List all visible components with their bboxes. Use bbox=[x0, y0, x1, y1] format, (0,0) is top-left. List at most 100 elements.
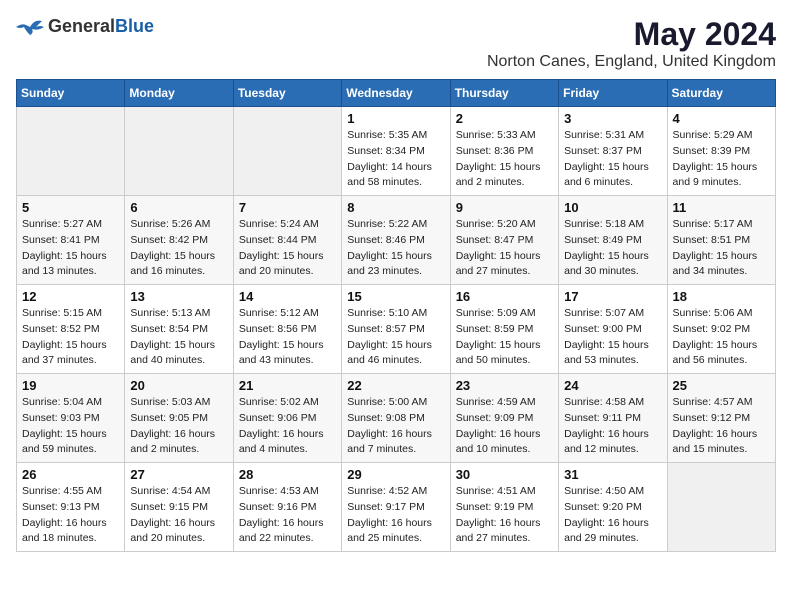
day-cell: 13 Sunrise: 5:13 AMSunset: 8:54 PMDayligh… bbox=[125, 285, 233, 374]
page-title: May 2024 bbox=[487, 16, 776, 53]
day-number: 16 bbox=[456, 289, 553, 304]
day-info: Sunrise: 5:35 AMSunset: 8:34 PMDaylight:… bbox=[347, 128, 444, 191]
day-number: 5 bbox=[22, 200, 119, 215]
week-row-3: 12Sunrise: 5:15 AMSunset: 8:52 PMDayligh… bbox=[17, 285, 776, 374]
day-cell: 31 Sunrise: 4:50 AMSunset: 9:20 PMDayligh… bbox=[559, 463, 667, 552]
day-cell bbox=[125, 107, 233, 196]
day-number: 31 bbox=[564, 467, 661, 482]
header-day-tuesday: Tuesday bbox=[233, 80, 341, 107]
day-number: 15 bbox=[347, 289, 444, 304]
day-cell: 20 Sunrise: 5:03 AMSunset: 9:05 PMDayligh… bbox=[125, 374, 233, 463]
day-cell: 2 Sunrise: 5:33 AMSunset: 8:36 PMDaylight… bbox=[450, 107, 558, 196]
logo: GeneralBlue bbox=[16, 16, 154, 37]
day-info: Sunrise: 5:29 AMSunset: 8:39 PMDaylight:… bbox=[673, 128, 770, 191]
day-info: Sunrise: 4:57 AMSunset: 9:12 PMDaylight:… bbox=[673, 395, 770, 458]
header-row: SundayMondayTuesdayWednesdayThursdayFrid… bbox=[17, 80, 776, 107]
day-number: 7 bbox=[239, 200, 336, 215]
day-cell: 1 Sunrise: 5:35 AMSunset: 8:34 PMDaylight… bbox=[342, 107, 450, 196]
day-cell: 5 Sunrise: 5:27 AMSunset: 8:41 PMDaylight… bbox=[17, 196, 125, 285]
day-info: Sunrise: 5:04 AMSunset: 9:03 PMDaylight:… bbox=[22, 395, 119, 458]
day-number: 9 bbox=[456, 200, 553, 215]
day-info: Sunrise: 5:10 AMSunset: 8:57 PMDaylight:… bbox=[347, 306, 444, 369]
page-subtitle: Norton Canes, England, United Kingdom bbox=[487, 53, 776, 71]
day-number: 1 bbox=[347, 111, 444, 126]
day-info: Sunrise: 5:33 AMSunset: 8:36 PMDaylight:… bbox=[456, 128, 553, 191]
day-cell: 15 Sunrise: 5:10 AMSunset: 8:57 PMDayligh… bbox=[342, 285, 450, 374]
day-number: 18 bbox=[673, 289, 770, 304]
header-day-thursday: Thursday bbox=[450, 80, 558, 107]
day-cell: 11 Sunrise: 5:17 AMSunset: 8:51 PMDayligh… bbox=[667, 196, 775, 285]
day-number: 3 bbox=[564, 111, 661, 126]
day-info: Sunrise: 5:12 AMSunset: 8:56 PMDaylight:… bbox=[239, 306, 336, 369]
day-cell: 7 Sunrise: 5:24 AMSunset: 8:44 PMDaylight… bbox=[233, 196, 341, 285]
header: GeneralBlue May 2024 Norton Canes, Engla… bbox=[16, 16, 776, 71]
day-number: 21 bbox=[239, 378, 336, 393]
day-info: Sunrise: 5:24 AMSunset: 8:44 PMDaylight:… bbox=[239, 217, 336, 280]
header-day-saturday: Saturday bbox=[667, 80, 775, 107]
day-cell: 8 Sunrise: 5:22 AMSunset: 8:46 PMDaylight… bbox=[342, 196, 450, 285]
day-info: Sunrise: 4:52 AMSunset: 9:17 PMDaylight:… bbox=[347, 484, 444, 547]
week-row-4: 19 Sunrise: 5:04 AMSunset: 9:03 PMDayligh… bbox=[17, 374, 776, 463]
day-cell: 16 Sunrise: 5:09 AMSunset: 8:59 PMDayligh… bbox=[450, 285, 558, 374]
day-info: Sunrise: 4:53 AMSunset: 9:16 PMDaylight:… bbox=[239, 484, 336, 547]
day-number: 30 bbox=[456, 467, 553, 482]
day-info: Sunrise: 4:55 AMSunset: 9:13 PMDaylight:… bbox=[22, 484, 119, 547]
day-info: Sunrise: 4:58 AMSunset: 9:11 PMDaylight:… bbox=[564, 395, 661, 458]
day-number: 24 bbox=[564, 378, 661, 393]
calendar-body: 1 Sunrise: 5:35 AMSunset: 8:34 PMDaylight… bbox=[17, 107, 776, 552]
day-number: 20 bbox=[130, 378, 227, 393]
day-info: Sunrise: 5:03 AMSunset: 9:05 PMDaylight:… bbox=[130, 395, 227, 458]
day-number: 25 bbox=[673, 378, 770, 393]
day-number: 19 bbox=[22, 378, 119, 393]
day-info: Sunrise: 5:13 AMSunset: 8:54 PMDaylight:… bbox=[130, 306, 227, 369]
header-day-sunday: Sunday bbox=[17, 80, 125, 107]
logo-general: General bbox=[48, 16, 115, 36]
week-row-5: 26 Sunrise: 4:55 AMSunset: 9:13 PMDayligh… bbox=[17, 463, 776, 552]
day-info: Sunrise: 5:31 AMSunset: 8:37 PMDaylight:… bbox=[564, 128, 661, 191]
day-info: Sunrise: 5:26 AMSunset: 8:42 PMDaylight:… bbox=[130, 217, 227, 280]
day-info: Sunrise: 5:06 AMSunset: 9:02 PMDaylight:… bbox=[673, 306, 770, 369]
day-cell bbox=[233, 107, 341, 196]
day-number: 2 bbox=[456, 111, 553, 126]
day-info: Sunrise: 5:15 AMSunset: 8:52 PMDaylight:… bbox=[22, 306, 119, 369]
week-row-1: 1 Sunrise: 5:35 AMSunset: 8:34 PMDaylight… bbox=[17, 107, 776, 196]
day-cell: 4Sunrise: 5:29 AMSunset: 8:39 PMDaylight… bbox=[667, 107, 775, 196]
day-info: Sunrise: 5:27 AMSunset: 8:41 PMDaylight:… bbox=[22, 217, 119, 280]
day-number: 28 bbox=[239, 467, 336, 482]
day-info: Sunrise: 5:17 AMSunset: 8:51 PMDaylight:… bbox=[673, 217, 770, 280]
title-area: May 2024 Norton Canes, England, United K… bbox=[487, 16, 776, 71]
day-cell: 10 Sunrise: 5:18 AMSunset: 8:49 PMDayligh… bbox=[559, 196, 667, 285]
day-info: Sunrise: 5:00 AMSunset: 9:08 PMDaylight:… bbox=[347, 395, 444, 458]
day-number: 26 bbox=[22, 467, 119, 482]
week-row-2: 5 Sunrise: 5:27 AMSunset: 8:41 PMDaylight… bbox=[17, 196, 776, 285]
day-info: Sunrise: 5:22 AMSunset: 8:46 PMDaylight:… bbox=[347, 217, 444, 280]
day-cell: 23Sunrise: 4:59 AMSunset: 9:09 PMDayligh… bbox=[450, 374, 558, 463]
day-info: Sunrise: 5:18 AMSunset: 8:49 PMDaylight:… bbox=[564, 217, 661, 280]
day-cell: 27 Sunrise: 4:54 AMSunset: 9:15 PMDayligh… bbox=[125, 463, 233, 552]
day-info: Sunrise: 4:59 AMSunset: 9:09 PMDaylight:… bbox=[456, 395, 553, 458]
day-cell: 18 Sunrise: 5:06 AMSunset: 9:02 PMDayligh… bbox=[667, 285, 775, 374]
calendar-header: SundayMondayTuesdayWednesdayThursdayFrid… bbox=[17, 80, 776, 107]
day-number: 11 bbox=[673, 200, 770, 215]
day-number: 8 bbox=[347, 200, 444, 215]
day-number: 27 bbox=[130, 467, 227, 482]
day-cell: 22Sunrise: 5:00 AMSunset: 9:08 PMDayligh… bbox=[342, 374, 450, 463]
day-cell: 3 Sunrise: 5:31 AMSunset: 8:37 PMDaylight… bbox=[559, 107, 667, 196]
day-number: 10 bbox=[564, 200, 661, 215]
logo-blue: Blue bbox=[115, 16, 154, 36]
day-number: 13 bbox=[130, 289, 227, 304]
day-info: Sunrise: 5:20 AMSunset: 8:47 PMDaylight:… bbox=[456, 217, 553, 280]
day-cell: 25 Sunrise: 4:57 AMSunset: 9:12 PMDayligh… bbox=[667, 374, 775, 463]
day-cell: 19 Sunrise: 5:04 AMSunset: 9:03 PMDayligh… bbox=[17, 374, 125, 463]
day-info: Sunrise: 5:09 AMSunset: 8:59 PMDaylight:… bbox=[456, 306, 553, 369]
day-info: Sunrise: 4:54 AMSunset: 9:15 PMDaylight:… bbox=[130, 484, 227, 547]
header-day-monday: Monday bbox=[125, 80, 233, 107]
day-cell: 6Sunrise: 5:26 AMSunset: 8:42 PMDaylight… bbox=[125, 196, 233, 285]
day-cell: 17Sunrise: 5:07 AMSunset: 9:00 PMDayligh… bbox=[559, 285, 667, 374]
day-cell: 21Sunrise: 5:02 AMSunset: 9:06 PMDayligh… bbox=[233, 374, 341, 463]
day-number: 14 bbox=[239, 289, 336, 304]
day-cell: 9 Sunrise: 5:20 AMSunset: 8:47 PMDaylight… bbox=[450, 196, 558, 285]
day-number: 29 bbox=[347, 467, 444, 482]
day-info: Sunrise: 4:50 AMSunset: 9:20 PMDaylight:… bbox=[564, 484, 661, 547]
day-number: 17 bbox=[564, 289, 661, 304]
